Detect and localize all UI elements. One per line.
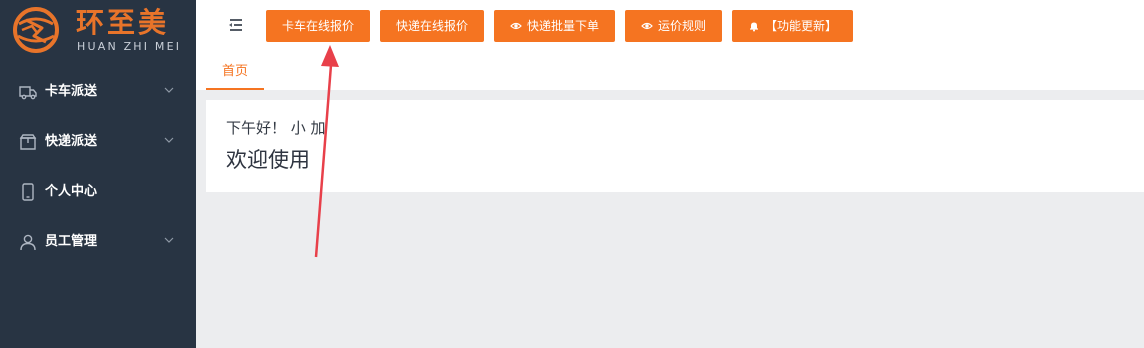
tab-bar: 首页 [196, 54, 1144, 90]
welcome-card: 下午好！ 小 加 欢迎使用 [206, 100, 1144, 192]
sidebar-item-label: 个人中心 [45, 184, 98, 199]
button-label: 卡车在线报价 [281, 19, 354, 33]
button-label: 快递在线报价 [395, 19, 468, 33]
sidebar-item-truck-delivery[interactable]: 卡车派送 [0, 67, 196, 117]
express-online-quote-button[interactable]: 快递在线报价 [380, 10, 484, 42]
sidebar-item-label: 卡车派送 [45, 84, 98, 99]
user-icon [20, 234, 36, 251]
eye-icon [510, 22, 522, 30]
brand-subtitle: HUAN ZHI MEI [77, 40, 182, 53]
eye-icon [641, 22, 653, 30]
sidebar-item-staff-management[interactable]: 员工管理 [0, 217, 196, 267]
freight-rules-button[interactable]: 运价规则 [625, 10, 722, 42]
globe-logo-icon [13, 7, 59, 53]
logo[interactable]: 环至美 HUAN ZHI MEI [0, 0, 196, 64]
chevron-down-icon [164, 87, 174, 93]
chevron-down-icon [164, 237, 174, 243]
express-batch-order-button[interactable]: 快递批量下单 [494, 10, 615, 42]
top-header: 卡车在线报价 快递在线报价 快递批量下单 运价规则 【功能更新】 [196, 0, 1144, 54]
button-label: 运价规则 [657, 19, 706, 33]
sidebar-item-label: 员工管理 [45, 234, 98, 249]
phone-icon [22, 183, 34, 201]
bell-icon [749, 22, 758, 32]
brand-name: 环至美 [76, 6, 170, 39]
chevron-down-icon [164, 137, 174, 143]
button-label: 【功能更新】 [764, 19, 837, 33]
feature-update-button[interactable]: 【功能更新】 [732, 10, 853, 42]
sidebar: 环至美 HUAN ZHI MEI 卡车派送 快递派送 个人中心 员工管理 [0, 0, 196, 348]
truck-online-quote-button[interactable]: 卡车在线报价 [266, 10, 370, 42]
menu-toggle-icon[interactable] [228, 17, 244, 33]
greeting-text: 下午好！ 小 加 [226, 119, 326, 137]
tab-home[interactable]: 首页 [206, 54, 264, 90]
sidebar-item-personal-center[interactable]: 个人中心 [0, 167, 196, 217]
package-icon [19, 134, 37, 150]
sidebar-item-express-delivery[interactable]: 快递派送 [0, 117, 196, 167]
sidebar-item-label: 快递派送 [45, 134, 98, 149]
button-label: 快递批量下单 [526, 19, 599, 33]
welcome-text: 欢迎使用 [226, 148, 310, 172]
truck-icon [19, 86, 37, 100]
